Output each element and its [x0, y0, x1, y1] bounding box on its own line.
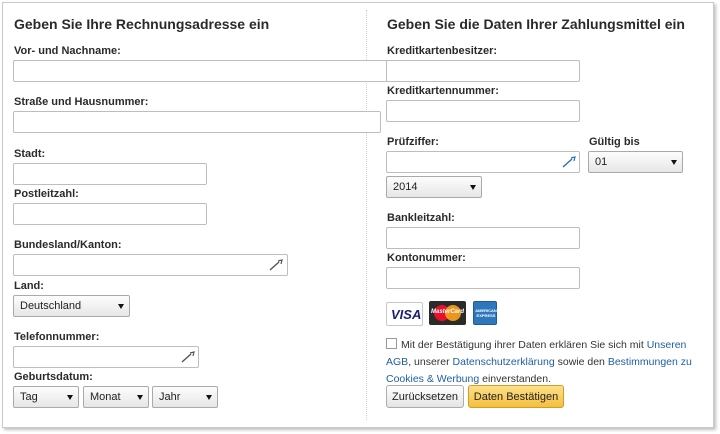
- cvc-label: Prüfziffer:: [387, 136, 439, 148]
- state-input[interactable]: [13, 254, 288, 276]
- birth-year-select[interactable]: Jahr: [152, 386, 218, 408]
- bankcode-input[interactable]: [386, 227, 580, 249]
- terms-checkbox[interactable]: [386, 338, 397, 349]
- chevron-down-icon: [206, 395, 212, 400]
- chevron-down-icon: [118, 304, 124, 309]
- zip-input[interactable]: [13, 203, 207, 225]
- cardholder-input[interactable]: [386, 60, 580, 82]
- privacy-link[interactable]: Datenschutzerklärung: [453, 356, 555, 368]
- autofill-pen-icon[interactable]: [269, 259, 283, 271]
- expiry-year-value: 2014: [393, 181, 418, 193]
- state-label: Bundesland/Kanton:: [14, 239, 122, 251]
- account-input[interactable]: [386, 267, 580, 289]
- valid-until-label: Gültig bis: [589, 136, 640, 148]
- cardnumber-input[interactable]: [386, 100, 580, 122]
- birthdate-label: Geburtsdatum:: [14, 371, 93, 383]
- zip-label: Postleitzahl:: [14, 188, 79, 200]
- mastercard-logo-text: MasterCard: [431, 309, 465, 315]
- street-input[interactable]: [13, 111, 381, 133]
- chevron-down-icon: [67, 395, 73, 400]
- visa-logo-text: VISA: [391, 307, 422, 322]
- bankcode-label: Bankleitzahl:: [387, 212, 455, 224]
- terms-text-part: einverstanden.: [479, 373, 551, 385]
- birth-day-select[interactable]: Tag: [13, 386, 79, 408]
- name-input[interactable]: [13, 60, 388, 82]
- terms-text-part: sowie den: [554, 356, 608, 368]
- terms-text-part: , unserer: [408, 356, 453, 368]
- amex-logo-icon: AMERICAN EXPRESS: [473, 301, 497, 325]
- birth-month-value: Monat: [90, 391, 121, 403]
- cardholder-label: Kreditkartenbesitzer:: [387, 45, 498, 57]
- chevron-down-icon: [671, 160, 677, 165]
- birth-month-select[interactable]: Monat: [83, 386, 149, 408]
- cardnumber-label: Kreditkartennummer:: [387, 85, 499, 97]
- country-label: Land:: [14, 280, 44, 292]
- phone-label: Telefonnummer:: [14, 331, 100, 343]
- birth-day-value: Tag: [20, 391, 38, 403]
- phone-input[interactable]: [13, 346, 199, 368]
- street-label: Straße und Hausnummer:: [14, 96, 149, 108]
- city-label: Stadt:: [14, 148, 46, 160]
- account-label: Kontonummer:: [387, 252, 466, 264]
- terms-text-part: Mit der Bestätigung ihrer Daten erklären…: [401, 339, 647, 351]
- visa-logo-icon: VISA: [386, 302, 423, 326]
- expiry-year-select[interactable]: 2014: [386, 176, 482, 198]
- expiry-month-select[interactable]: 01: [588, 151, 683, 173]
- autofill-pen-icon[interactable]: [562, 156, 576, 168]
- payment-heading: Geben Sie die Daten Ihrer Zahlungsmittel…: [387, 16, 685, 32]
- terms-text: Mit der Bestätigung ihrer Daten erklären…: [386, 337, 708, 388]
- name-label: Vor- und Nachname:: [14, 45, 121, 57]
- chevron-down-icon: [470, 185, 476, 190]
- chevron-down-icon: [137, 395, 143, 400]
- mastercard-logo-icon: MasterCard: [429, 301, 466, 325]
- city-input[interactable]: [13, 163, 207, 185]
- autofill-pen-icon[interactable]: [181, 351, 195, 363]
- cvc-input[interactable]: [386, 151, 580, 173]
- country-select[interactable]: Deutschland: [13, 295, 130, 317]
- billing-heading: Geben Sie Ihre Rechnungsadresse ein: [14, 16, 270, 32]
- amex-logo-text: AMERICAN EXPRESS: [475, 308, 497, 318]
- expiry-month-value: 01: [595, 156, 608, 168]
- reset-button[interactable]: Zurücksetzen: [386, 385, 464, 408]
- birth-year-value: Jahr: [159, 391, 181, 403]
- confirm-button[interactable]: Daten Bestätigen: [468, 385, 564, 408]
- country-select-value: Deutschland: [20, 300, 82, 312]
